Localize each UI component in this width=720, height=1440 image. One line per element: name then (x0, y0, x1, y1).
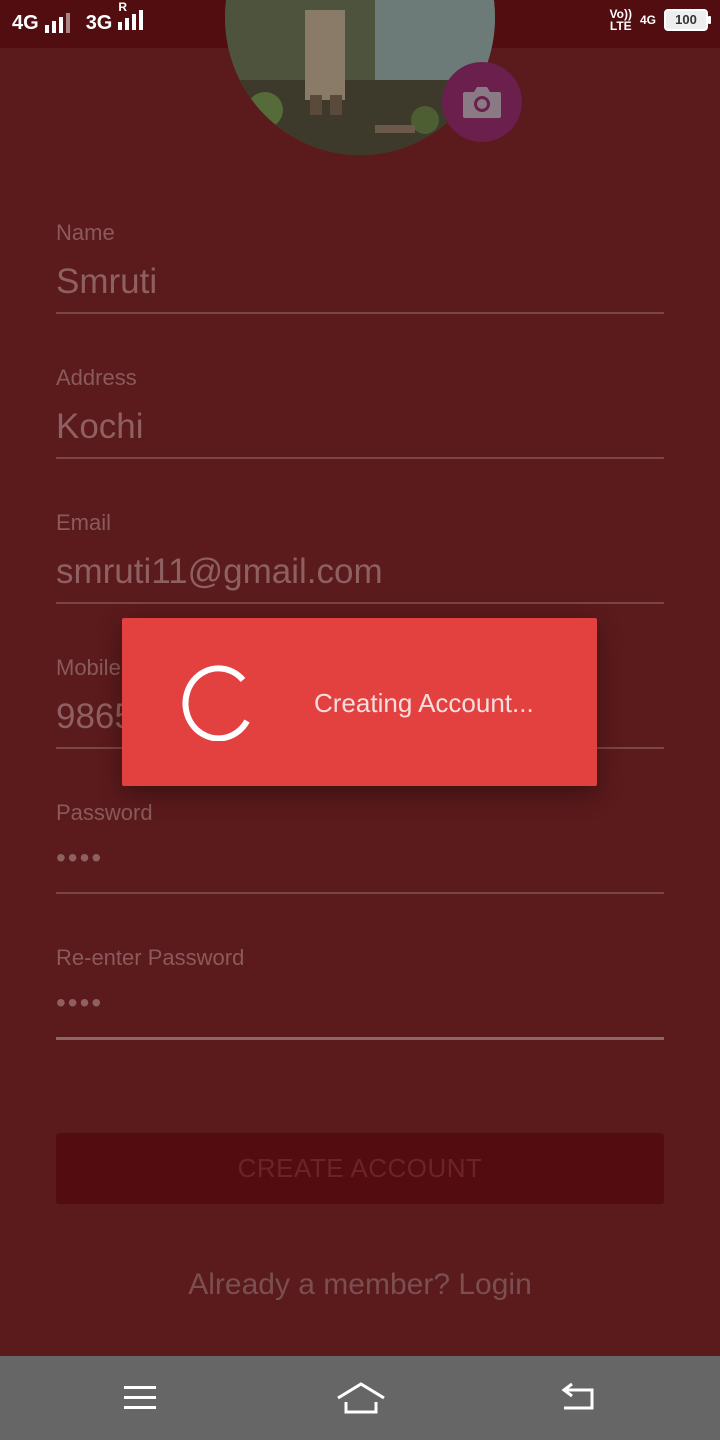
battery-icon: 100 (664, 9, 711, 31)
email-input[interactable]: smruti11@gmail.com (56, 552, 664, 596)
reenter-password-input[interactable]: •••• (56, 987, 664, 1031)
home-icon[interactable] (336, 1376, 386, 1420)
password-underline (56, 892, 664, 894)
reenter-password-label: Re-enter Password (56, 945, 245, 970)
email-field[interactable]: Email smruti11@gmail.com (56, 510, 664, 604)
email-underline (56, 602, 664, 604)
camera-button[interactable] (442, 62, 522, 142)
password-input[interactable]: •••• (56, 842, 664, 886)
back-icon[interactable] (556, 1376, 600, 1420)
name-underline (56, 312, 664, 314)
navigation-bar (0, 1356, 720, 1440)
status-icons: Vo)) LTE 4G 100 (609, 7, 711, 33)
name-input[interactable]: Smruti (56, 262, 664, 306)
network-type-3: 4G (639, 13, 656, 27)
name-label: Name (56, 220, 115, 245)
login-link[interactable]: Already a member? Login (0, 1268, 720, 1302)
address-label: Address (56, 365, 137, 390)
loading-spinner-icon (182, 665, 250, 741)
camera-icon (463, 87, 501, 118)
battery-level: 100 (675, 12, 697, 27)
reenter-password-field[interactable]: Re-enter Password •••• (56, 945, 664, 1040)
password-field[interactable]: Password •••• (56, 800, 664, 894)
email-label: Email (56, 510, 112, 535)
menu-icon[interactable] (118, 1376, 162, 1420)
volte-icon: Vo)) LTE (609, 7, 632, 33)
password-label: Password (56, 800, 153, 825)
address-input[interactable]: Kochi (56, 407, 664, 451)
create-account-button[interactable]: CREATE ACCOUNT (56, 1133, 664, 1204)
name-field[interactable]: Name Smruti (56, 220, 664, 314)
address-field[interactable]: Address Kochi (56, 365, 664, 459)
progress-message: Creating Account... (314, 688, 534, 718)
address-underline (56, 457, 664, 459)
reenter-password-underline (56, 1037, 664, 1040)
